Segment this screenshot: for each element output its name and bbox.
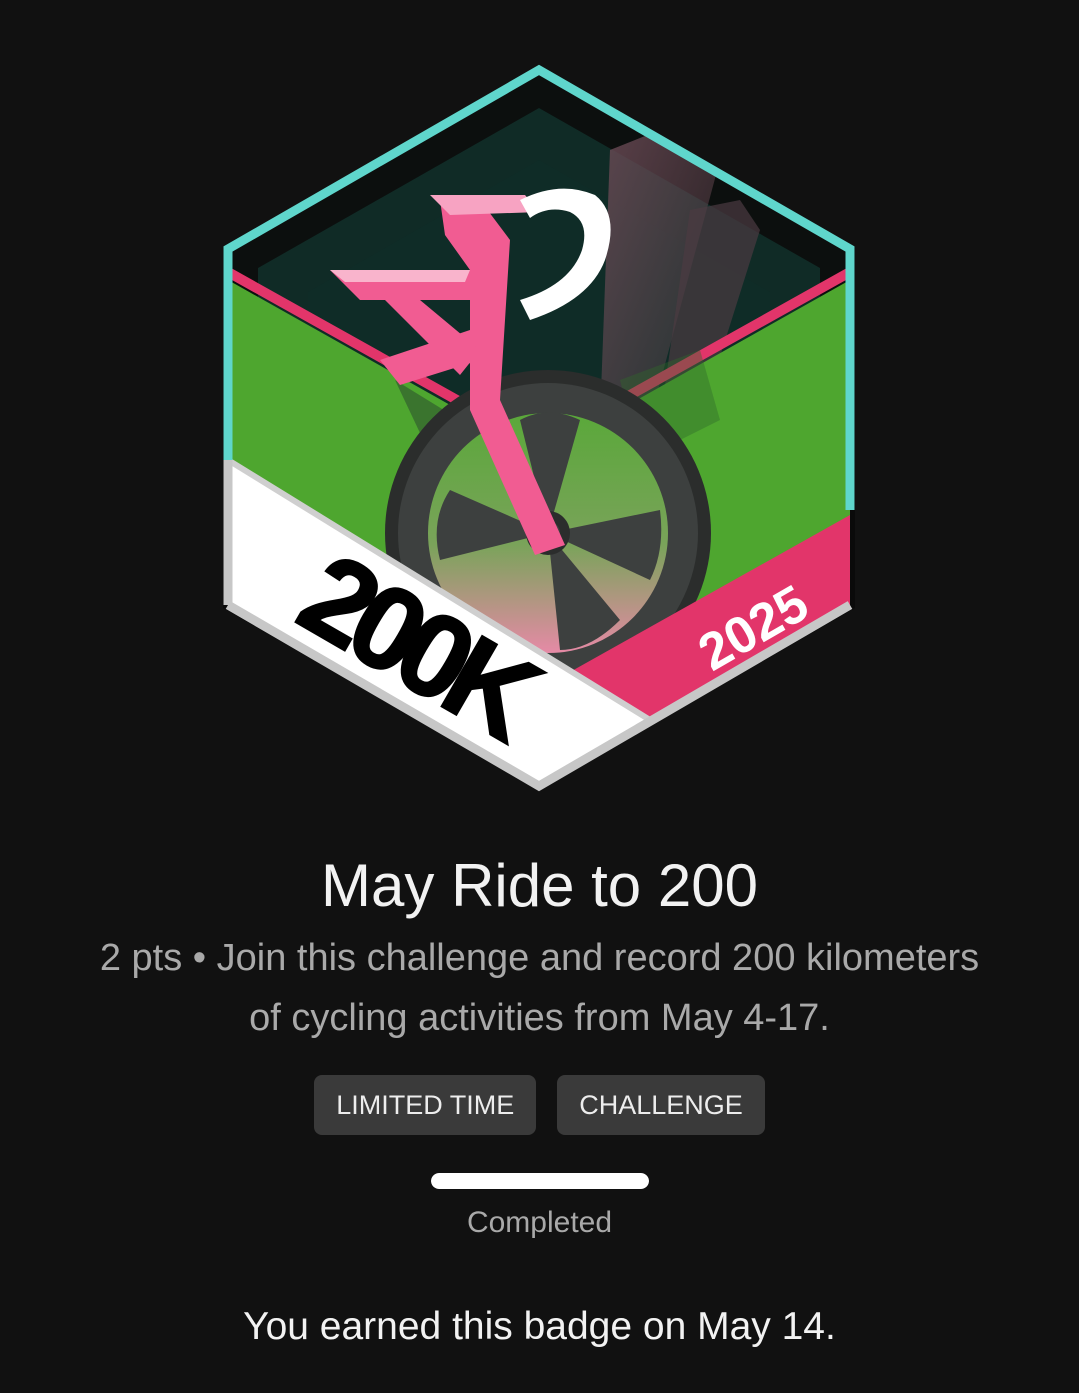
progress-bar (431, 1173, 649, 1189)
badge-tags: LIMITED TIME CHALLENGE (0, 1075, 1079, 1135)
bicycle-badge-icon: 200K 2025 (223, 64, 855, 792)
badge-description: 2 pts • Join this challenge and record 2… (99, 937, 980, 1039)
badge-title: May Ride to 200 (321, 852, 758, 919)
earned-date-text: You earned this badge on May 14. (243, 1305, 836, 1348)
progress-fill (431, 1173, 649, 1189)
tag-limited-time: LIMITED TIME (314, 1075, 537, 1135)
badge-image: 200K 2025 (0, 0, 1079, 820)
status-text: Completed (466, 1206, 613, 1239)
tag-challenge: CHALLENGE (557, 1075, 765, 1135)
